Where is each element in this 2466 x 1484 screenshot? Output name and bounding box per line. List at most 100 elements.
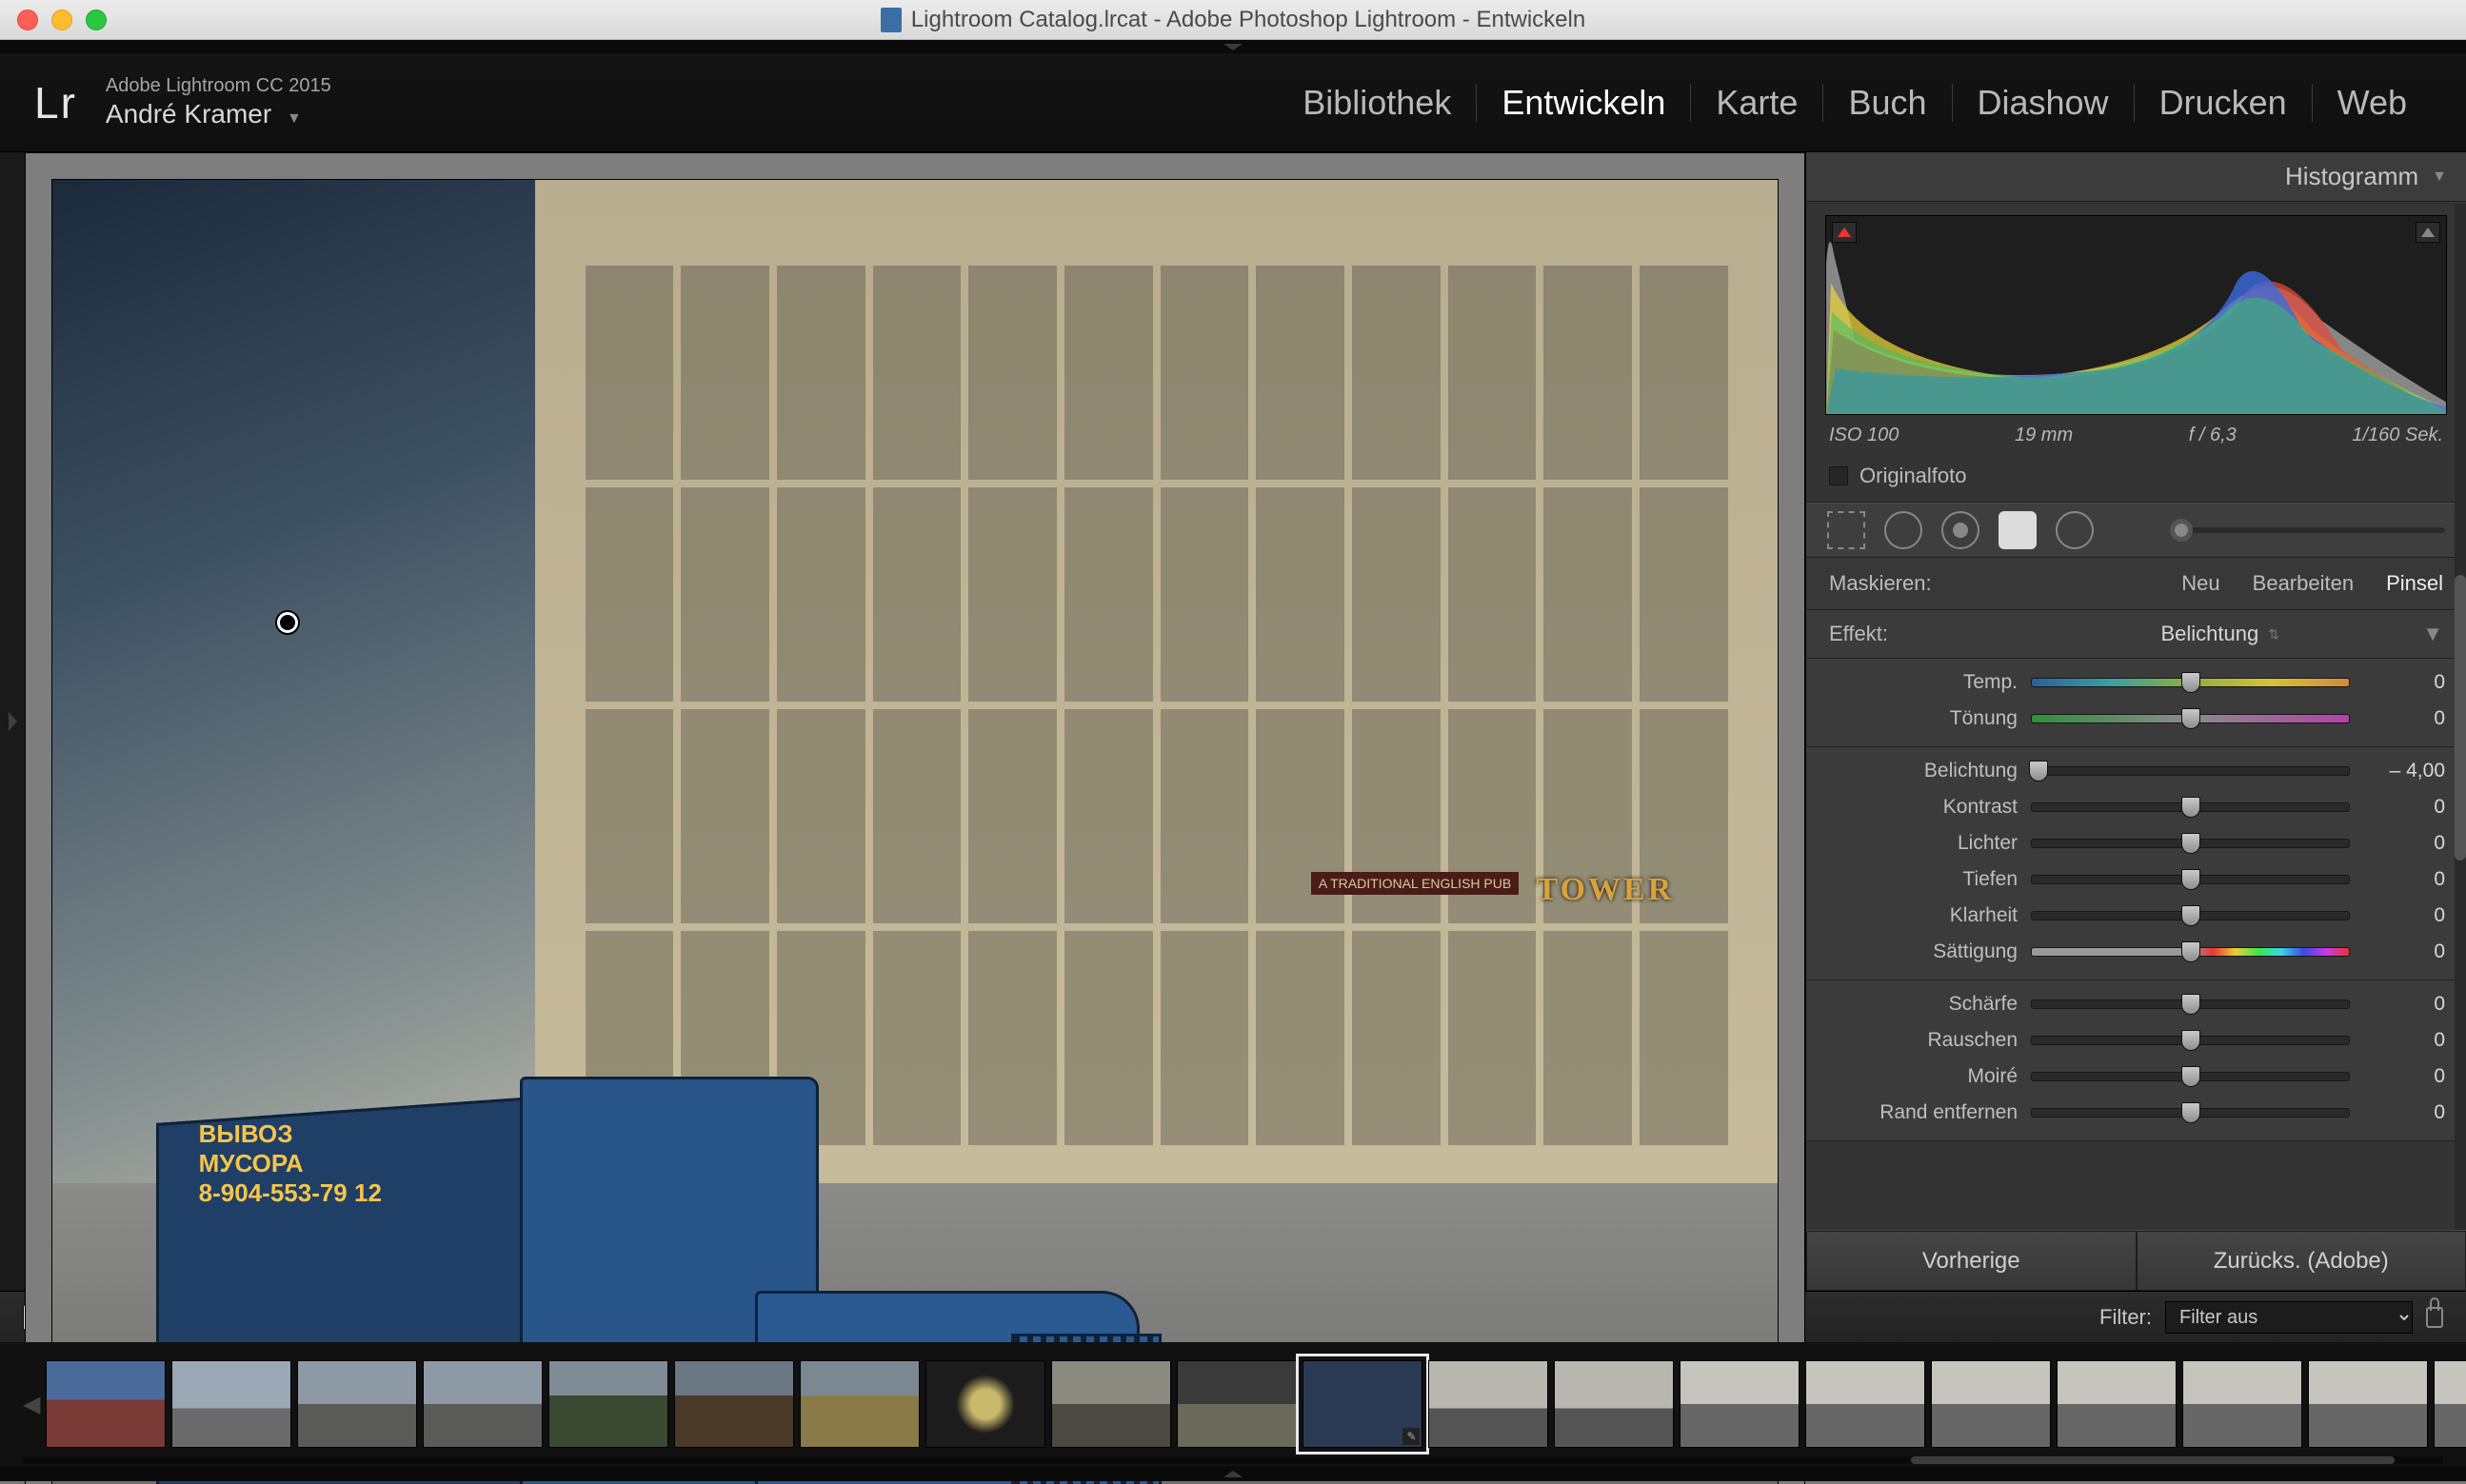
slider-value[interactable]: 0 xyxy=(2363,671,2445,694)
slider-value[interactable]: 0 xyxy=(2363,796,2445,819)
filmstrip-thumbnail[interactable] xyxy=(2434,1360,2466,1448)
tool-size-slider[interactable] xyxy=(2170,527,2445,533)
histogram-header[interactable]: Histogramm▼ xyxy=(1806,152,2466,202)
module-drucken[interactable]: Drucken xyxy=(2135,83,2312,123)
slider-track[interactable] xyxy=(2031,839,2350,848)
histogram[interactable] xyxy=(1825,215,2447,415)
mask-brush-tab[interactable]: Pinsel xyxy=(2386,571,2443,596)
filmstrip-thumbnail[interactable] xyxy=(1177,1360,1297,1448)
slider-track[interactable] xyxy=(2031,999,2350,1009)
filter-lock-icon[interactable] xyxy=(2426,1307,2443,1328)
module-buch[interactable]: Buch xyxy=(1823,83,1951,123)
slider-value[interactable]: 0 xyxy=(2363,832,2445,855)
filmstrip-scrollbar[interactable] xyxy=(23,1456,2443,1464)
slider-thumb[interactable] xyxy=(2181,994,2200,1015)
module-bibliothek[interactable]: Bibliothek xyxy=(1278,83,1476,123)
filmstrip-thumbnail[interactable] xyxy=(800,1360,920,1448)
filmstrip-thumbnail[interactable] xyxy=(2057,1360,2177,1448)
graduated-filter-tool-icon[interactable] xyxy=(1999,511,2037,549)
slider-thumb[interactable] xyxy=(2181,797,2200,818)
slider-thumb[interactable] xyxy=(2181,905,2200,926)
left-panel-grip[interactable] xyxy=(0,152,25,1291)
slider-tiefen[interactable]: Tiefen0 xyxy=(1827,861,2445,898)
adjustment-brush-tool-icon[interactable] xyxy=(2113,511,2151,549)
slider-temp-[interactable]: Temp.0 xyxy=(1827,664,2445,701)
slider-value[interactable]: 0 xyxy=(2363,868,2445,891)
slider-belichtung[interactable]: Belichtung– 4,00 xyxy=(1827,753,2445,789)
module-entwickeln[interactable]: Entwickeln xyxy=(1477,83,1690,123)
slider-value[interactable]: 0 xyxy=(2363,707,2445,730)
module-web[interactable]: Web xyxy=(2313,83,2432,123)
module-karte[interactable]: Karte xyxy=(1691,83,1822,123)
filmstrip-left-icon[interactable]: ◀ xyxy=(23,1391,40,1418)
slider-klarheit[interactable]: Klarheit0 xyxy=(1827,898,2445,934)
original-photo-toggle[interactable]: Originalfoto xyxy=(1806,456,2466,503)
slider-s-ttigung[interactable]: Sättigung0 xyxy=(1827,934,2445,970)
filmstrip-thumbnail[interactable] xyxy=(46,1360,166,1448)
slider-track[interactable] xyxy=(2031,714,2350,723)
slider-moir-[interactable]: Moiré0 xyxy=(1827,1059,2445,1095)
slider-thumb[interactable] xyxy=(2181,869,2200,890)
slider-track[interactable] xyxy=(2031,1072,2350,1081)
crop-tool-icon[interactable] xyxy=(1827,511,1865,549)
filmstrip-thumbnail[interactable] xyxy=(1428,1360,1548,1448)
slider-thumb[interactable] xyxy=(2181,708,2200,729)
slider-kontrast[interactable]: Kontrast0 xyxy=(1827,789,2445,825)
slider-track[interactable] xyxy=(2031,947,2350,957)
slider-value[interactable]: – 4,00 xyxy=(2363,760,2445,782)
slider-rauschen[interactable]: Rauschen0 xyxy=(1827,1022,2445,1059)
filmstrip-thumbnail[interactable] xyxy=(548,1360,668,1448)
mask-edit-tab[interactable]: Bearbeiten xyxy=(2253,571,2354,596)
slider-thumb[interactable] xyxy=(2181,833,2200,854)
filmstrip-thumbnail[interactable] xyxy=(1805,1360,1925,1448)
slider-value[interactable]: 0 xyxy=(2363,1065,2445,1088)
adjustment-pin[interactable] xyxy=(277,612,298,633)
image-canvas[interactable]: TOWER A TRADITIONAL ENGLISH PUB ВЫВОЗ МУ… xyxy=(25,152,1805,1484)
slider-track[interactable] xyxy=(2031,766,2350,776)
slider-track[interactable] xyxy=(2031,875,2350,884)
slider-thumb[interactable] xyxy=(2181,1102,2200,1123)
filmstrip-thumbnail[interactable] xyxy=(1554,1360,1674,1448)
spot-removal-tool-icon[interactable] xyxy=(1884,511,1922,549)
slider-thumb[interactable] xyxy=(2181,1030,2200,1051)
filmstrip-thumbnail[interactable] xyxy=(2182,1360,2302,1448)
slider-value[interactable]: 0 xyxy=(2363,904,2445,927)
slider-thumb[interactable] xyxy=(2029,761,2048,782)
filmstrip-thumbnail[interactable] xyxy=(423,1360,543,1448)
slider-track[interactable] xyxy=(2031,1036,2350,1045)
previous-button[interactable]: Vorherige xyxy=(1806,1231,2137,1291)
filmstrip-thumbnail[interactable] xyxy=(1680,1360,1800,1448)
top-panel-grip[interactable] xyxy=(0,40,2466,53)
slider-value[interactable]: 0 xyxy=(2363,993,2445,1016)
slider-thumb[interactable] xyxy=(2181,1066,2200,1087)
filmstrip-thumbnail[interactable] xyxy=(171,1360,291,1448)
slider-t-nung[interactable]: Tönung0 xyxy=(1827,701,2445,737)
slider-value[interactable]: 0 xyxy=(2363,1029,2445,1052)
bottom-panel-grip[interactable] xyxy=(0,1466,2466,1481)
slider-track[interactable] xyxy=(2031,1108,2350,1118)
filmstrip-thumbnail[interactable] xyxy=(1931,1360,2051,1448)
filmstrip-thumbnail[interactable] xyxy=(297,1360,417,1448)
reset-button[interactable]: Zurücks. (Adobe) xyxy=(2137,1231,2466,1291)
identity-plate[interactable]: André Kramer ▼ xyxy=(106,99,331,129)
slider-track[interactable] xyxy=(2031,802,2350,812)
filmstrip-thumbnail[interactable] xyxy=(2308,1360,2428,1448)
filter-dropdown[interactable]: Filter aus xyxy=(2165,1301,2413,1334)
slider-rand-entfernen[interactable]: Rand entfernen0 xyxy=(1827,1095,2445,1131)
filmstrip-thumbnail[interactable]: ✎ xyxy=(1303,1360,1422,1448)
slider-thumb[interactable] xyxy=(2181,941,2200,962)
slider-track[interactable] xyxy=(2031,678,2350,687)
slider-value[interactable]: 0 xyxy=(2363,940,2445,963)
right-panel-scrollbar[interactable] xyxy=(2455,204,2466,1230)
filmstrip-thumbnail[interactable] xyxy=(1051,1360,1171,1448)
module-diashow[interactable]: Diashow xyxy=(1953,83,2134,123)
filmstrip-thumbnail[interactable] xyxy=(925,1360,1045,1448)
slider-value[interactable]: 0 xyxy=(2363,1101,2445,1124)
slider-sch-rfe[interactable]: Schärfe0 xyxy=(1827,986,2445,1022)
effect-swap-icon[interactable]: ⇅ xyxy=(2268,626,2289,643)
radial-filter-tool-icon[interactable] xyxy=(2056,511,2094,549)
slider-track[interactable] xyxy=(2031,911,2350,920)
red-eye-tool-icon[interactable] xyxy=(1941,511,1979,549)
mask-new-tab[interactable]: Neu xyxy=(2181,571,2219,596)
filmstrip-thumbnail[interactable] xyxy=(674,1360,794,1448)
